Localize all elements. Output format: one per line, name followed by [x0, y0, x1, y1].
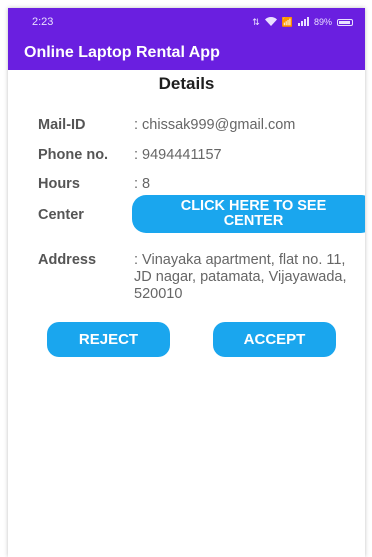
- details-content: Details Mail-ID : chissak999@gmail.com P…: [8, 74, 365, 357]
- status-time: 2:23: [32, 16, 54, 28]
- accept-button[interactable]: ACCEPT: [213, 322, 336, 357]
- mail-label: Mail-ID: [38, 117, 86, 133]
- signal-icon: [297, 16, 309, 28]
- address-label: Address: [38, 252, 97, 268]
- address-value: : Vinayaka apartment, flat no. 11, JD na…: [134, 252, 347, 302]
- app-bar: Online Laptop Rental App: [8, 36, 365, 70]
- phone-value: : 9494441157: [134, 147, 222, 163]
- battery-percent: 89%: [313, 17, 332, 27]
- mail-row: Mail-ID : chissak999@gmail.com: [38, 117, 357, 134]
- app-title: Online Laptop Rental App: [24, 44, 220, 61]
- battery-icon: [337, 18, 353, 26]
- reject-button[interactable]: REJECT: [47, 322, 170, 357]
- mail-value: : chissak999@gmail.com: [134, 117, 296, 133]
- details-heading: Details: [158, 74, 215, 93]
- phone-label: Phone no.: [38, 147, 109, 163]
- volte-icon: 📶: [281, 16, 293, 27]
- wifi-icon: [264, 16, 277, 28]
- hours-label: Hours: [38, 176, 80, 192]
- center-label: Center: [38, 207, 84, 223]
- hours-value: : 8: [134, 176, 151, 192]
- status-icons: ⇅ 📶 89%: [252, 16, 353, 28]
- phone-screen: 2:23 ⇅ 📶 89% Online Laptop Rental App De…: [8, 8, 365, 557]
- status-bar: 2:23 ⇅ 📶 89%: [8, 8, 365, 36]
- data-icon: ⇅: [252, 16, 260, 27]
- address-row: Address : Vinayaka apartment, flat no. 1…: [38, 252, 357, 303]
- see-center-button[interactable]: CLICK HERE TO SEE CENTER: [132, 195, 365, 233]
- phone-row: Phone no. : 9494441157: [38, 147, 357, 164]
- hours-row: Hours : 8: [38, 176, 357, 193]
